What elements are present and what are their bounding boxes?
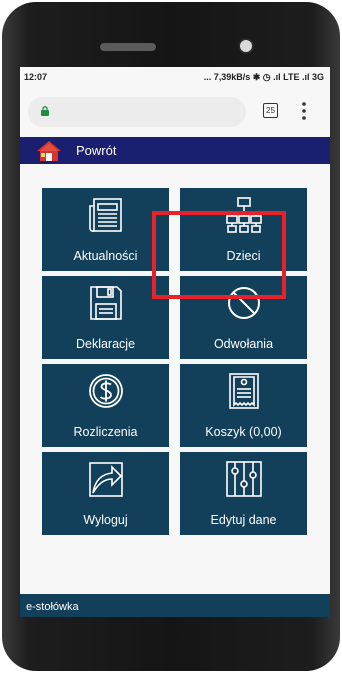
floppy-disk-icon	[90, 286, 122, 320]
newspaper-icon	[89, 198, 122, 232]
footer-brand: e-stołówka	[26, 601, 79, 613]
dollar-coin-icon	[89, 374, 123, 408]
lock-icon	[41, 106, 49, 116]
front-camera	[240, 40, 252, 52]
tile-label: Wyloguj	[83, 513, 128, 527]
tab-switcher-button[interactable]: 25	[263, 103, 278, 118]
phone-frame: 12:07 ... 7,39kB/s ✱ ◷ .ıl LTE .ıl 3G 25	[2, 2, 340, 671]
highlight-box	[152, 211, 286, 299]
kebab-menu-icon[interactable]	[302, 101, 306, 121]
status-bar: 12:07 ... 7,39kB/s ✱ ◷ .ıl LTE .ıl 3G	[20, 67, 330, 87]
tile-edytuj-dane[interactable]: Edytuj dane	[180, 452, 307, 535]
tile-label: Deklaracje	[75, 337, 136, 351]
tile-rozliczenia[interactable]: Rozliczenia	[42, 364, 169, 447]
app-navbar: Powrót	[20, 137, 330, 164]
sliders-icon	[226, 461, 262, 497]
tile-label: Aktualności	[73, 249, 138, 263]
tile-label: Rozliczenia	[73, 425, 138, 439]
address-bar[interactable]	[28, 97, 246, 127]
screen: 12:07 ... 7,39kB/s ✱ ◷ .ıl LTE .ıl 3G 25	[20, 67, 330, 617]
browser-toolbar: 25	[20, 87, 330, 138]
status-time: 12:07	[24, 72, 48, 82]
status-indicators: ... 7,39kB/s ✱ ◷ .ıl LTE .ıl 3G	[203, 72, 324, 82]
home-icon[interactable]	[36, 140, 62, 162]
receipt-icon	[229, 373, 259, 409]
tile-wyloguj[interactable]: Wyloguj	[42, 452, 169, 535]
tile-koszyk[interactable]: Koszyk (0,00)	[180, 364, 307, 447]
tile-label: Odwołania	[213, 337, 274, 351]
back-link[interactable]: Powrót	[76, 143, 116, 158]
tile-label: Edytuj dane	[210, 513, 277, 527]
app-footer: e-stołówka	[20, 594, 330, 617]
speaker-grille	[100, 43, 156, 51]
tile-aktualnosci[interactable]: Aktualności	[42, 188, 169, 271]
tile-deklaracje[interactable]: Deklaracje	[42, 276, 169, 359]
arrow-exit-icon	[89, 462, 123, 497]
tile-label: Koszyk (0,00)	[205, 425, 282, 439]
